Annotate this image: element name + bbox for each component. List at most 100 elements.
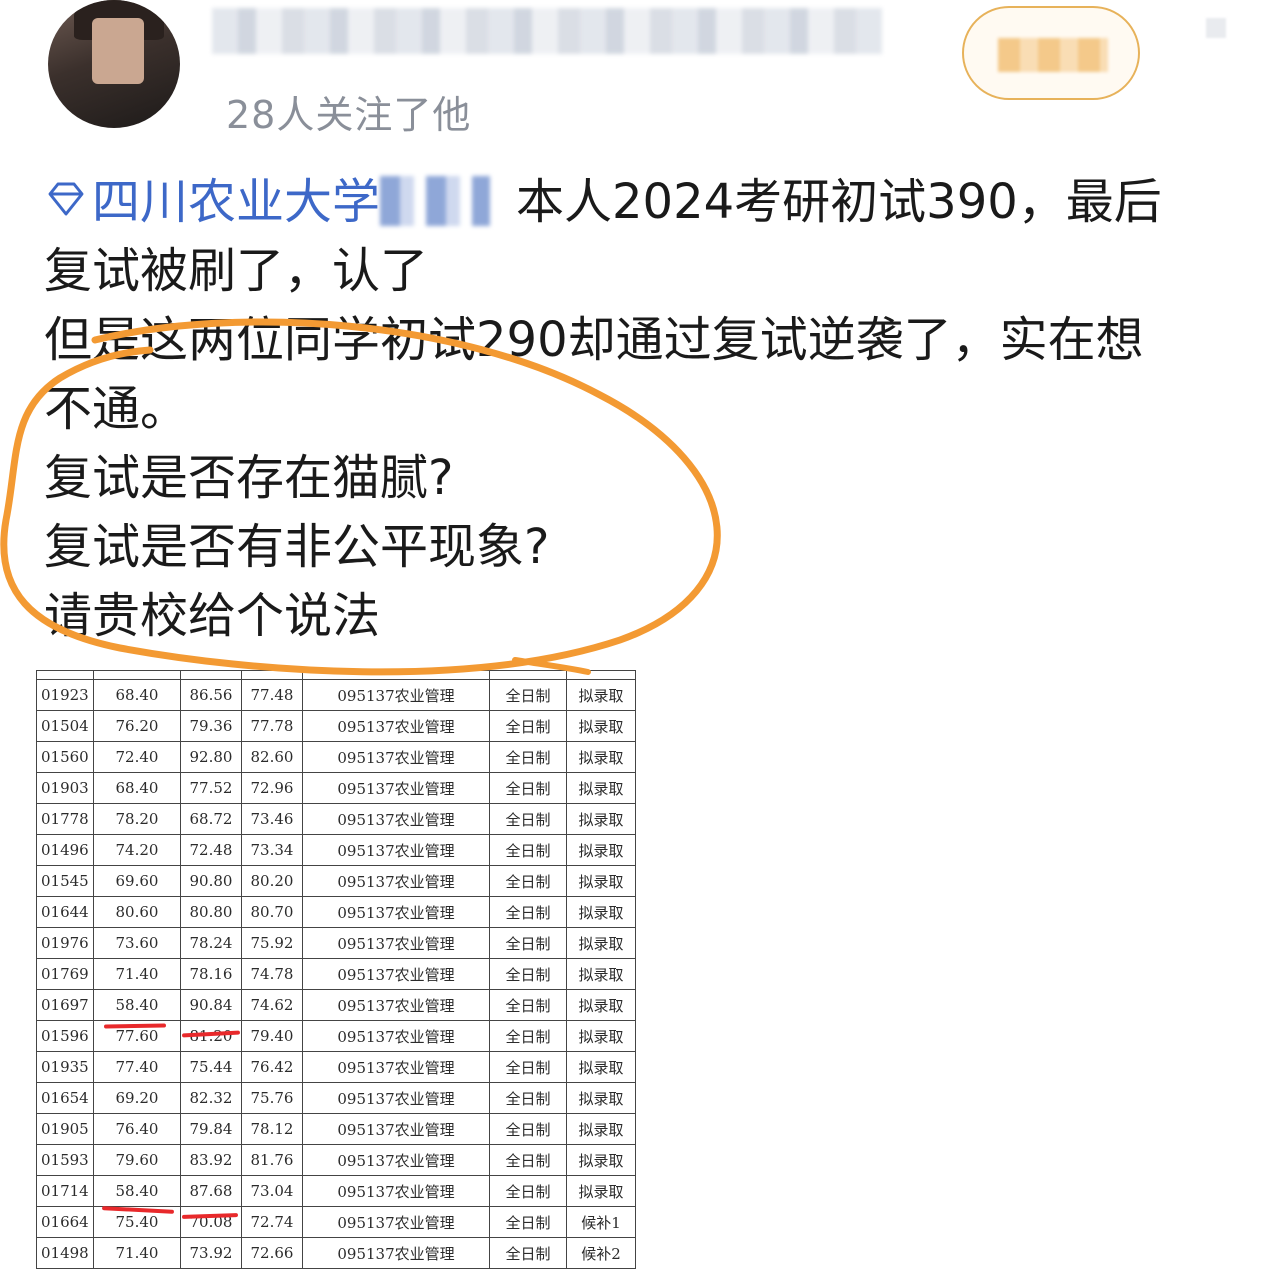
cell-status: 候补1: [566, 1206, 636, 1238]
cell-major: 095137农业管理: [302, 989, 490, 1021]
cell-study-mode: 全日制: [489, 741, 567, 773]
cell-retest-score: 90.80: [180, 865, 242, 897]
cell-total-score: 81.76: [241, 1144, 303, 1176]
table-cell-partial: [489, 670, 567, 680]
post-line-3: 但是这两位同学初试290却通过复试逆袭了，实在想: [44, 312, 1144, 368]
cell-initial-score: 68.40: [93, 679, 181, 711]
cell-major: 095137农业管理: [302, 679, 490, 711]
cell-candidate-id: 01498: [36, 1237, 94, 1269]
cell-candidate-id: 01496: [36, 834, 94, 866]
username-redacted[interactable]: [212, 8, 882, 54]
cell-retest-score: 90.84: [180, 989, 242, 1021]
table-row-partial: [36, 670, 636, 680]
cell-status: 拟录取: [566, 1051, 636, 1083]
cell-status: 拟录取: [566, 1144, 636, 1176]
cell-major: 095137农业管理: [302, 927, 490, 959]
table-cell-partial: [180, 670, 242, 680]
cell-status: 拟录取: [566, 865, 636, 897]
cell-study-mode: 全日制: [489, 803, 567, 835]
cell-status: 拟录取: [566, 1113, 636, 1145]
cell-status: 拟录取: [566, 927, 636, 959]
post-line-6: 复试是否有非公平现象?: [44, 519, 550, 575]
cell-retest-score: 78.16: [180, 958, 242, 990]
cell-study-mode: 全日制: [489, 1144, 567, 1176]
table-cell-partial: [302, 670, 490, 680]
cell-study-mode: 全日制: [489, 1113, 567, 1145]
cell-study-mode: 全日制: [489, 865, 567, 897]
cell-initial-score: 73.60: [93, 927, 181, 959]
post-line-7: 请贵校给个说法: [44, 588, 381, 644]
cell-initial-score: 77.40: [93, 1051, 181, 1083]
cell-status: 拟录取: [566, 896, 636, 928]
table-row: 01504 76.20 79.36 77.78 095137农业管理 全日制 拟录取: [36, 710, 636, 742]
avatar-face: [92, 18, 144, 84]
follower-count: 28人关注了他: [226, 93, 472, 137]
cell-study-mode: 全日制: [489, 927, 567, 959]
cell-study-mode: 全日制: [489, 1237, 567, 1269]
cell-study-mode: 全日制: [489, 1051, 567, 1083]
cell-candidate-id: 01935: [36, 1051, 94, 1083]
cell-candidate-id: 01778: [36, 803, 94, 835]
cell-initial-score: 71.40: [93, 1237, 181, 1269]
cell-status: 拟录取: [566, 958, 636, 990]
table-row: 01644 80.60 80.80 80.70 095137农业管理 全日制 拟录取: [36, 896, 636, 928]
cell-initial-score: 72.40: [93, 741, 181, 773]
cell-study-mode: 全日制: [489, 834, 567, 866]
topic-link[interactable]: 四川农业大学: [44, 174, 516, 230]
table-row: 01714 58.40 87.68 73.04 095137农业管理 全日制 拟录取: [36, 1175, 636, 1207]
cell-candidate-id: 01596: [36, 1020, 94, 1052]
more-options-icon[interactable]: [1206, 18, 1226, 38]
cell-major: 095137农业管理: [302, 1175, 490, 1207]
cell-major: 095137农业管理: [302, 1237, 490, 1269]
cell-status: 拟录取: [566, 679, 636, 711]
cell-study-mode: 全日制: [489, 989, 567, 1021]
cell-retest-score: 78.24: [180, 927, 242, 959]
table-row: 01976 73.60 78.24 75.92 095137农业管理 全日制 拟录取: [36, 927, 636, 959]
cell-study-mode: 全日制: [489, 1082, 567, 1114]
cell-major: 095137农业管理: [302, 1113, 490, 1145]
table-row: 01654 69.20 82.32 75.76 095137农业管理 全日制 拟录取: [36, 1082, 636, 1114]
cell-status: 拟录取: [566, 741, 636, 773]
cell-total-score: 75.92: [241, 927, 303, 959]
cell-major: 095137农业管理: [302, 958, 490, 990]
cell-initial-score: 78.20: [93, 803, 181, 835]
cell-initial-score: 68.40: [93, 772, 181, 804]
cell-retest-score: 83.92: [180, 1144, 242, 1176]
table-row: 01903 68.40 77.52 72.96 095137农业管理 全日制 拟录取: [36, 772, 636, 804]
cell-total-score: 77.48: [241, 679, 303, 711]
cell-retest-score: 72.48: [180, 834, 242, 866]
cell-total-score: 80.20: [241, 865, 303, 897]
cell-total-score: 73.04: [241, 1175, 303, 1207]
cell-major: 095137农业管理: [302, 1206, 490, 1238]
post-line-1: 四川农业大学 本人2024考研初试390，最后: [44, 168, 1244, 237]
cell-candidate-id: 01905: [36, 1113, 94, 1145]
cell-major: 095137农业管理: [302, 803, 490, 835]
cell-retest-score: 79.84: [180, 1113, 242, 1145]
cell-total-score: 77.78: [241, 710, 303, 742]
cell-status: 候补2: [566, 1237, 636, 1269]
cell-study-mode: 全日制: [489, 1206, 567, 1238]
cell-candidate-id: 01903: [36, 772, 94, 804]
score-table-image[interactable]: 01923 68.40 86.56 77.48 095137农业管理 全日制 拟录取 0150…: [36, 670, 636, 1288]
follow-button[interactable]: [962, 6, 1140, 100]
cell-total-score: 82.60: [241, 741, 303, 773]
table-row: 01545 69.60 90.80 80.20 095137农业管理 全日制 拟录取: [36, 865, 636, 897]
cell-total-score: 78.12: [241, 1113, 303, 1145]
cell-study-mode: 全日制: [489, 958, 567, 990]
avatar[interactable]: [48, 0, 180, 128]
cell-major: 095137农业管理: [302, 772, 490, 804]
cell-initial-score: 71.40: [93, 958, 181, 990]
cell-total-score: 74.78: [241, 958, 303, 990]
table-row: 01923 68.40 86.56 77.48 095137农业管理 全日制 拟录取: [36, 679, 636, 711]
table-cell-partial: [241, 670, 303, 680]
cell-candidate-id: 01697: [36, 989, 94, 1021]
cell-major: 095137农业管理: [302, 834, 490, 866]
cell-study-mode: 全日制: [489, 1020, 567, 1052]
diamond-icon: [48, 182, 84, 216]
post-body: 四川农业大学 本人2024考研初试390，最后 复试被刷了，认了 但是这两位同学初…: [44, 168, 1244, 651]
cell-initial-score: 58.40: [93, 1175, 181, 1207]
follow-button-label-redacted: [998, 38, 1108, 72]
cell-total-score: 75.76: [241, 1082, 303, 1114]
cell-retest-score: 86.56: [180, 679, 242, 711]
cell-initial-score: 74.20: [93, 834, 181, 866]
